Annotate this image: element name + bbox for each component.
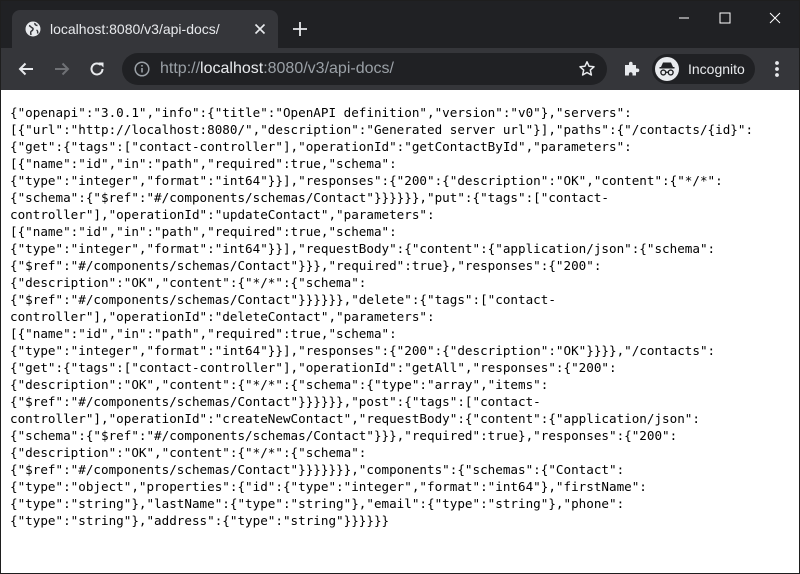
page-content: {"openapi":"3.0.1","info":{"title":"Open… [1, 90, 799, 573]
incognito-label: Incognito [688, 61, 745, 77]
minimize-button[interactable] [661, 1, 707, 35]
browser-toolbar: http://localhost:8080/v3/api-docs/ Incog… [1, 48, 799, 90]
address-bar[interactable]: http://localhost:8080/v3/api-docs/ [122, 53, 607, 85]
json-line: {"type":"object","properties":{"id":{"ty… [10, 479, 647, 494]
json-line: {"get":{"tags":["contact-controller"],"o… [10, 360, 617, 375]
json-line: {"$ref":"#/components/schemas/Contact"}}… [10, 462, 625, 477]
url-host: localhost [200, 60, 264, 77]
tab-title: localhost:8080/v3/api-docs/ [50, 21, 220, 37]
back-arrow-icon[interactable] [16, 59, 36, 79]
incognito-profile-button[interactable]: Incognito [652, 54, 755, 84]
close-tab-icon[interactable] [252, 21, 268, 37]
maximize-icon [719, 12, 731, 24]
json-line: {"type":"integer","format":"int64"}}],"r… [10, 241, 716, 256]
info-icon[interactable] [134, 61, 150, 77]
json-response-text: {"openapi":"3.0.1","info":{"title":"Open… [10, 104, 795, 529]
title-bar: localhost:8080/v3/api-docs/ [1, 1, 799, 48]
json-line: controller"],"operationId":"deleteContac… [10, 309, 435, 324]
maximize-button[interactable] [702, 1, 748, 35]
globe-icon [25, 21, 41, 37]
json-line: {"description":"OK","content":{"*/*":{"s… [10, 275, 367, 290]
json-line: {"type":"integer","format":"int64"}}],"r… [10, 173, 723, 188]
json-line: {"get":{"tags":["contact-controller"],"o… [10, 139, 632, 154]
json-line: {"type":"string"},"address":{"type":"str… [10, 513, 390, 528]
json-line: {"description":"OK","content":{"*/*":{"s… [10, 445, 367, 460]
json-line: {"type":"integer","format":"int64"}}],"r… [10, 343, 716, 358]
json-line: [{"name":"id","in":"path","required":tru… [10, 326, 397, 341]
minimize-icon [679, 17, 689, 19]
browser-window: localhost:8080/v3/api-docs/ http://local… [0, 0, 800, 574]
browser-tab[interactable]: localhost:8080/v3/api-docs/ [12, 10, 278, 48]
json-line: controller"],"operationId":"updateContac… [10, 207, 435, 222]
forward-arrow-icon[interactable] [52, 59, 72, 79]
new-tab-icon[interactable] [291, 20, 309, 38]
json-line: {"description":"OK","content":{"*/*":{"s… [10, 377, 549, 392]
extensions-puzzle-icon[interactable] [623, 59, 641, 77]
json-line: {"type":"string"},"lastName":{"type":"st… [10, 496, 625, 511]
json-line: controller"],"operationId":"createNewCon… [10, 411, 700, 426]
close-window-button[interactable] [752, 1, 798, 35]
reload-icon[interactable] [87, 59, 107, 79]
incognito-icon [655, 57, 679, 81]
more-menu-icon[interactable] [768, 59, 786, 79]
json-line: {"$ref":"#/components/schemas/Contact"}}… [10, 292, 556, 307]
json-line: {"openapi":"3.0.1","info":{"title":"Open… [10, 105, 632, 120]
json-line: [{"name":"id","in":"path","required":tru… [10, 224, 397, 239]
url-path: :8080/v3/api-docs/ [263, 60, 394, 77]
json-line: {"$ref":"#/components/schemas/Contact"}}… [10, 394, 541, 409]
url-text[interactable]: http://localhost:8080/v3/api-docs/ [160, 60, 394, 78]
bookmark-star-icon[interactable] [578, 60, 596, 78]
json-line: {"$ref":"#/components/schemas/Contact"}}… [10, 258, 602, 273]
json-line: [{"name":"id","in":"path","required":tru… [10, 156, 397, 171]
close-icon [769, 12, 781, 24]
json-line: {"schema":{"$ref":"#/components/schemas/… [10, 190, 609, 205]
json-line: {"schema":{"$ref":"#/components/schemas/… [10, 428, 678, 443]
url-scheme: http:// [160, 60, 201, 77]
json-line: [{"url":"http://localhost:8080/","descri… [10, 122, 754, 137]
